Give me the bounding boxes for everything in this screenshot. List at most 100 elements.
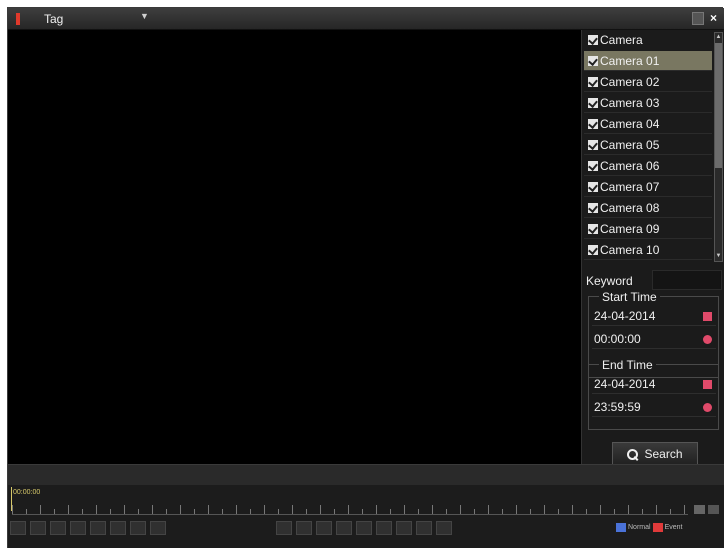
ruler-tick (320, 505, 321, 514)
camera-row[interactable]: Camera 08 (584, 198, 712, 218)
end-time-group: End Time 24-04-2014 23:59:59 (588, 358, 719, 430)
camera-label: Camera 07 (600, 179, 660, 194)
playback-button[interactable] (396, 521, 412, 535)
toolbar-button[interactable] (110, 521, 126, 535)
camera-checkbox[interactable] (588, 202, 598, 213)
scroll-down-icon[interactable]: ▼ (715, 252, 722, 261)
playback-button[interactable] (376, 521, 392, 535)
camera-label: Camera 10 (600, 242, 660, 257)
toolbar-button[interactable] (50, 521, 66, 535)
camera-checkbox[interactable] (588, 139, 598, 150)
end-time-title: End Time (599, 358, 656, 372)
tag-search-window: Tag ▼ × Camera Camera 01 Camera 02 Camer… (7, 7, 724, 548)
camera-row[interactable]: Camera 10 (584, 240, 712, 260)
camera-row[interactable]: Camera 05 (584, 135, 712, 155)
camera-checkbox[interactable] (588, 181, 598, 192)
toolbar-button[interactable] (90, 521, 106, 535)
zoom-out-button[interactable] (694, 505, 705, 514)
end-time-field[interactable]: 23:59:59 (592, 398, 716, 417)
toolbar-button[interactable] (130, 521, 146, 535)
playback-button[interactable] (436, 521, 452, 535)
camera-row[interactable]: Camera 06 (584, 156, 712, 176)
timeline-ruler[interactable] (12, 503, 688, 515)
camera-list-scrollbar[interactable]: ▲ ▼ (714, 32, 723, 262)
playback-button[interactable] (336, 521, 352, 535)
search-button[interactable]: Search (612, 442, 698, 466)
ruler-tick (502, 509, 503, 514)
ruler-tick (278, 509, 279, 514)
ruler-tick (40, 505, 41, 514)
camera-row[interactable]: Camera 07 (584, 177, 712, 197)
camera-checkbox[interactable] (588, 160, 598, 171)
video-playback-area[interactable] (8, 30, 581, 464)
camera-label: Camera 01 (600, 53, 660, 68)
search-panel: Camera Camera 01 Camera 02 Camera 03 Cam… (581, 30, 724, 466)
keyword-input[interactable] (652, 270, 722, 290)
camera-row[interactable]: Camera 03 (584, 93, 712, 113)
calendar-icon[interactable] (703, 312, 712, 321)
window-mode-button[interactable] (692, 12, 704, 25)
ruler-tick (12, 505, 13, 514)
camera-row[interactable]: Camera 09 (584, 219, 712, 239)
ruler-tick (656, 505, 657, 514)
camera-checkbox[interactable] (588, 55, 598, 66)
start-date-field[interactable]: 24-04-2014 (592, 307, 716, 326)
camera-checkbox[interactable] (588, 76, 598, 87)
legend-label-normal: Normal (628, 524, 651, 531)
ruler-tick (642, 509, 643, 514)
ruler-tick (180, 505, 181, 514)
ruler-tick (68, 505, 69, 514)
calendar-icon[interactable] (703, 380, 712, 389)
ruler-tick (306, 509, 307, 514)
ruler-tick (488, 505, 489, 514)
camera-checkbox[interactable] (588, 223, 598, 234)
end-date-field[interactable]: 24-04-2014 (592, 375, 716, 394)
ruler-tick (376, 505, 377, 514)
ruler-tick (166, 509, 167, 514)
record-type-legend: Normal Event (616, 523, 682, 532)
end-date-value: 24-04-2014 (594, 377, 656, 391)
clock-icon[interactable] (703, 335, 712, 344)
ruler-tick (390, 509, 391, 514)
ruler-tick (54, 509, 55, 514)
scroll-up-icon[interactable]: ▲ (715, 33, 722, 42)
camera-list: Camera Camera 01 Camera 02 Camera 03 Cam… (584, 30, 712, 264)
checkbox-all-cameras[interactable] (588, 35, 598, 45)
legend-swatch-normal (616, 523, 626, 532)
zoom-in-button[interactable] (708, 505, 719, 514)
camera-checkbox[interactable] (588, 97, 598, 108)
scroll-thumb[interactable] (715, 43, 722, 168)
ruler-tick (362, 509, 363, 514)
ruler-tick (460, 505, 461, 514)
ruler-tick (684, 505, 685, 514)
camera-row[interactable]: Camera 04 (584, 114, 712, 134)
camera-row[interactable]: Camera 01 (584, 51, 712, 71)
start-time-title: Start Time (599, 290, 660, 304)
playback-controls (276, 521, 452, 535)
toolbar-button[interactable] (10, 521, 26, 535)
start-time-field[interactable]: 00:00:00 (592, 330, 716, 349)
clock-icon[interactable] (703, 403, 712, 412)
toolbar-button[interactable] (150, 521, 166, 535)
playback-button[interactable] (296, 521, 312, 535)
playback-button[interactable] (356, 521, 372, 535)
ruler-tick (474, 509, 475, 514)
toolbar-button[interactable] (70, 521, 86, 535)
start-time-value: 00:00:00 (594, 332, 641, 346)
camera-checkbox[interactable] (588, 118, 598, 129)
ruler-tick (26, 509, 27, 514)
end-time-value: 23:59:59 (594, 400, 641, 414)
tag-icon (16, 13, 20, 25)
close-icon[interactable]: × (707, 11, 720, 26)
chevron-down-icon[interactable]: ▼ (140, 11, 149, 21)
toolbar-button[interactable] (30, 521, 46, 535)
playback-button[interactable] (276, 521, 292, 535)
tag-dropdown-label[interactable]: Tag (44, 12, 63, 26)
camera-checkbox[interactable] (588, 244, 598, 255)
playback-button[interactable] (416, 521, 432, 535)
ruler-tick (110, 509, 111, 514)
title-bar: Tag ▼ × (8, 8, 724, 30)
camera-row[interactable]: Camera 02 (584, 72, 712, 92)
camera-list-header[interactable]: Camera (584, 30, 712, 50)
playback-button[interactable] (316, 521, 332, 535)
